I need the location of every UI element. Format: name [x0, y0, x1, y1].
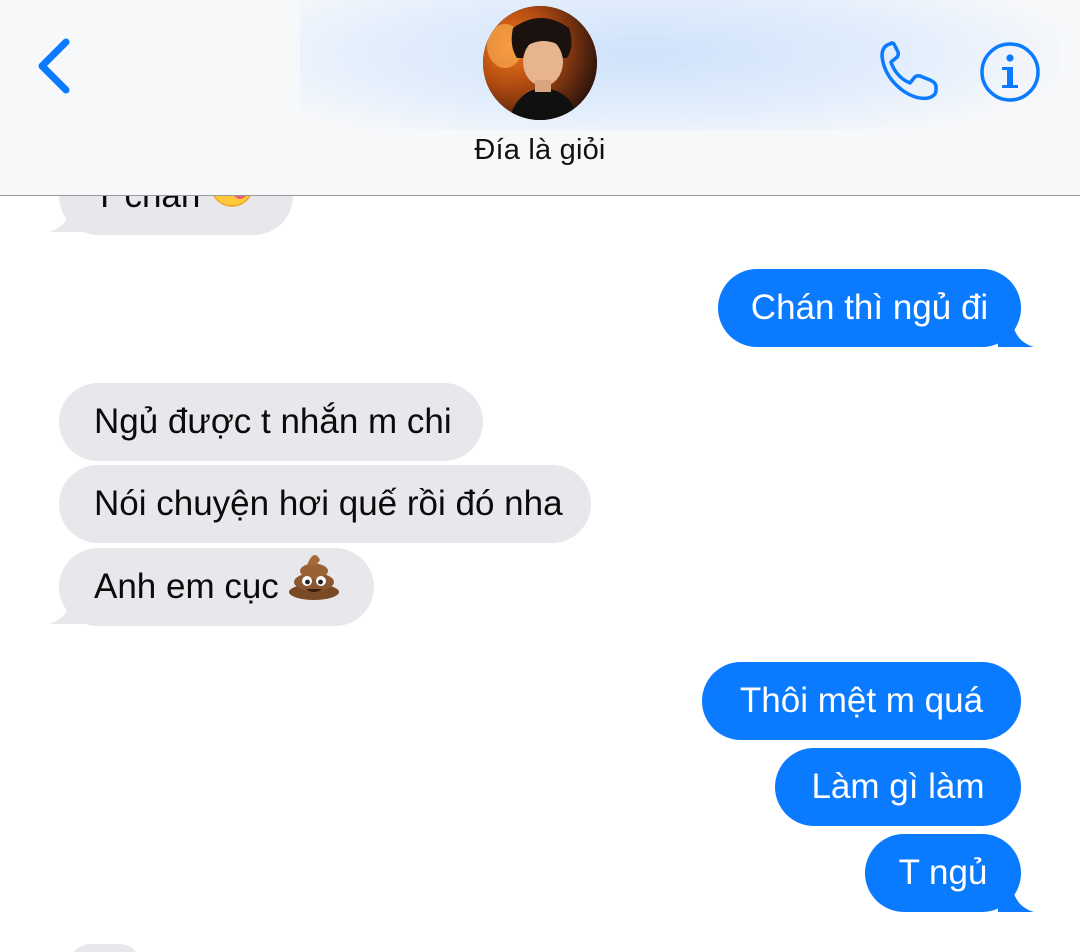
chat-screen: T chán Chán thì ngủ đi Ngủ được t nhắn m… — [0, 0, 1080, 952]
message-text: Chán thì ngủ đi — [750, 288, 989, 327]
message-text: Ngủ được t nhắn m chi — [94, 402, 452, 441]
phone-icon — [880, 41, 938, 101]
message-outgoing[interactable]: Làm gì làm — [775, 748, 1021, 826]
message-text: Làm gì làm — [811, 767, 985, 806]
message-text: Nói chuyện hơi quế rồi đó nha — [94, 484, 563, 523]
message-outgoing[interactable]: Thôi mệt m quá — [702, 662, 1021, 740]
message-text: T ngủ — [898, 853, 988, 892]
info-button[interactable] — [978, 40, 1042, 104]
message-text: Anh em cục — [94, 567, 279, 606]
avatar-photo — [483, 6, 597, 120]
conversation-header: Đía là giỏi — [0, 0, 1080, 196]
message-incoming-clipped — [70, 944, 140, 952]
call-button[interactable] — [872, 36, 946, 106]
pile-of-poo-icon — [287, 550, 341, 628]
back-button[interactable] — [28, 30, 84, 102]
message-text: Thôi mệt m quá — [739, 681, 984, 720]
chevron-left-icon — [38, 38, 70, 94]
contact-name[interactable]: Đía là giỏi — [340, 134, 740, 167]
header-background-blur — [300, 0, 1060, 130]
message-incoming[interactable]: Anh em cục — [59, 548, 374, 626]
message-outgoing[interactable]: T ngủ — [865, 834, 1021, 912]
message-incoming[interactable]: Ngủ được t nhắn m chi — [59, 383, 483, 461]
contact-avatar[interactable] — [483, 6, 597, 120]
info-icon — [980, 42, 1040, 102]
message-outgoing[interactable]: Chán thì ngủ đi — [718, 269, 1021, 347]
message-incoming[interactable]: Nói chuyện hơi quế rồi đó nha — [59, 465, 591, 543]
